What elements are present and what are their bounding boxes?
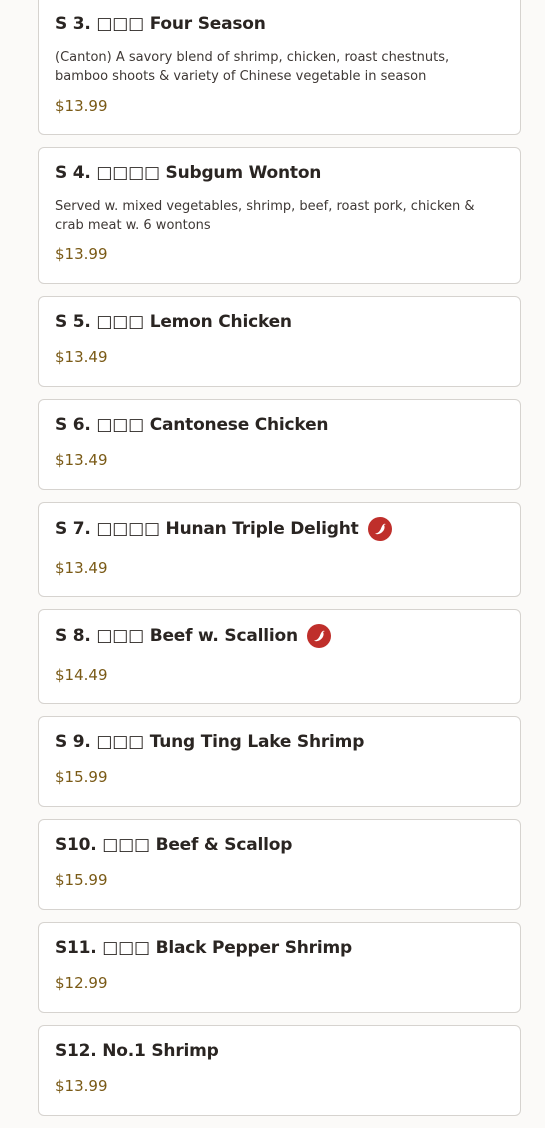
menu-item-code: S 4.: [55, 163, 91, 183]
menu-item-title: S 8. □□□ Beef w. Scallion: [55, 624, 331, 648]
menu-item-title: S10. □□□ Beef & Scallop: [55, 835, 292, 855]
menu-item-description: Served w. mixed vegetables, shrimp, beef…: [55, 199, 475, 233]
menu-item-code: S11.: [55, 938, 97, 958]
menu-item-title: S 5. □□□ Lemon Chicken: [55, 312, 292, 332]
menu-item-title: S12. No.1 Shrimp: [55, 1041, 219, 1061]
menu-item-card[interactable]: S 9. □□□ Tung Ting Lake Shrimp $15.99: [38, 716, 521, 807]
menu-item-name: Beef & Scallop: [155, 835, 293, 855]
menu-item-price: $13.99: [55, 1077, 108, 1095]
menu-item-title: S 6. □□□ Cantonese Chicken: [55, 415, 329, 435]
menu-item-code: S 9.: [55, 732, 91, 752]
menu-item-code: S 6.: [55, 415, 91, 435]
menu-item-price: $15.99: [55, 768, 108, 786]
chili-pepper-icon: [367, 517, 392, 541]
menu-item-title: S 3. □□□ Four Season: [55, 14, 266, 34]
menu-item-price: $13.49: [55, 451, 108, 469]
menu-item-name: Black Pepper Shrimp: [155, 938, 353, 958]
menu-item-card[interactable]: S 6. □□□ Cantonese Chicken $13.49: [38, 399, 521, 490]
menu-item-title: S 4. □□□□ Subgum Wonton: [55, 163, 321, 183]
chili-pepper-icon: [306, 624, 331, 648]
menu-item-card[interactable]: S12. No.1 Shrimp $13.99: [38, 1025, 521, 1116]
menu-item-price: $13.99: [55, 97, 108, 115]
menu-item-chinese-name: □□□: [96, 626, 144, 646]
menu-item-title: S 7. □□□□ Hunan Triple Delight: [55, 517, 392, 541]
menu-item-name: Beef w. Scallion: [149, 626, 298, 646]
menu-item-code: S 7.: [55, 519, 91, 539]
menu-item-code: S 8.: [55, 626, 91, 646]
menu-item-card[interactable]: S 8. □□□ Beef w. Scallion $14.49: [38, 609, 521, 704]
menu-item-chinese-name: □□□: [96, 415, 144, 435]
menu-item-chinese-name: □□□: [102, 938, 150, 958]
menu-item-chinese-name: □□□□: [96, 519, 160, 539]
menu-item-card[interactable]: S 7. □□□□ Hunan Triple Delight $13.49: [38, 502, 521, 597]
menu-item-chinese-name: □□□: [96, 14, 144, 34]
menu-item-price: $15.99: [55, 871, 108, 889]
menu-item-price: $13.99: [55, 245, 108, 263]
menu-item-card[interactable]: S 4. □□□□ Subgum Wonton Served w. mixed …: [38, 147, 521, 284]
menu-item-chinese-name: □□□: [96, 732, 144, 752]
menu-item-price: $13.49: [55, 559, 108, 577]
menu-item-chinese-name: □□□: [102, 835, 150, 855]
menu-item-card[interactable]: S11. □□□ Black Pepper Shrimp $12.99: [38, 922, 521, 1013]
menu-item-name: Tung Ting Lake Shrimp: [149, 732, 365, 752]
menu-item-list: S 3. □□□ Four Season (Canton) A savory b…: [38, 0, 521, 1128]
menu-item-description: (Canton) A savory blend of shrimp, chick…: [55, 50, 450, 84]
menu-item-name: Cantonese Chicken: [149, 415, 329, 435]
menu-item-price: $14.49: [55, 666, 108, 684]
menu-item-title: S11. □□□ Black Pepper Shrimp: [55, 938, 352, 958]
menu-item-chinese-name: □□□□: [96, 163, 160, 183]
menu-item-card[interactable]: S 3. □□□ Four Season (Canton) A savory b…: [38, 0, 521, 135]
menu-item-code: S12.: [55, 1041, 97, 1061]
menu-item-title: S 9. □□□ Tung Ting Lake Shrimp: [55, 732, 364, 752]
menu-item-card[interactable]: S10. □□□ Beef & Scallop $15.99: [38, 819, 521, 910]
menu-item-name: No.1 Shrimp: [102, 1041, 219, 1061]
menu-item-card[interactable]: S 5. □□□ Lemon Chicken $13.49: [38, 296, 521, 387]
menu-item-price: $13.49: [55, 348, 108, 366]
menu-item-code: S10.: [55, 835, 97, 855]
menu-item-name: Four Season: [149, 14, 266, 34]
menu-item-code: S 3.: [55, 14, 91, 34]
menu-item-name: Hunan Triple Delight: [165, 519, 359, 539]
menu-item-name: Subgum Wonton: [165, 163, 322, 183]
menu-item-price: $12.99: [55, 974, 108, 992]
menu-item-name: Lemon Chicken: [149, 312, 292, 332]
menu-item-chinese-name: □□□: [96, 312, 144, 332]
menu-item-code: S 5.: [55, 312, 91, 332]
